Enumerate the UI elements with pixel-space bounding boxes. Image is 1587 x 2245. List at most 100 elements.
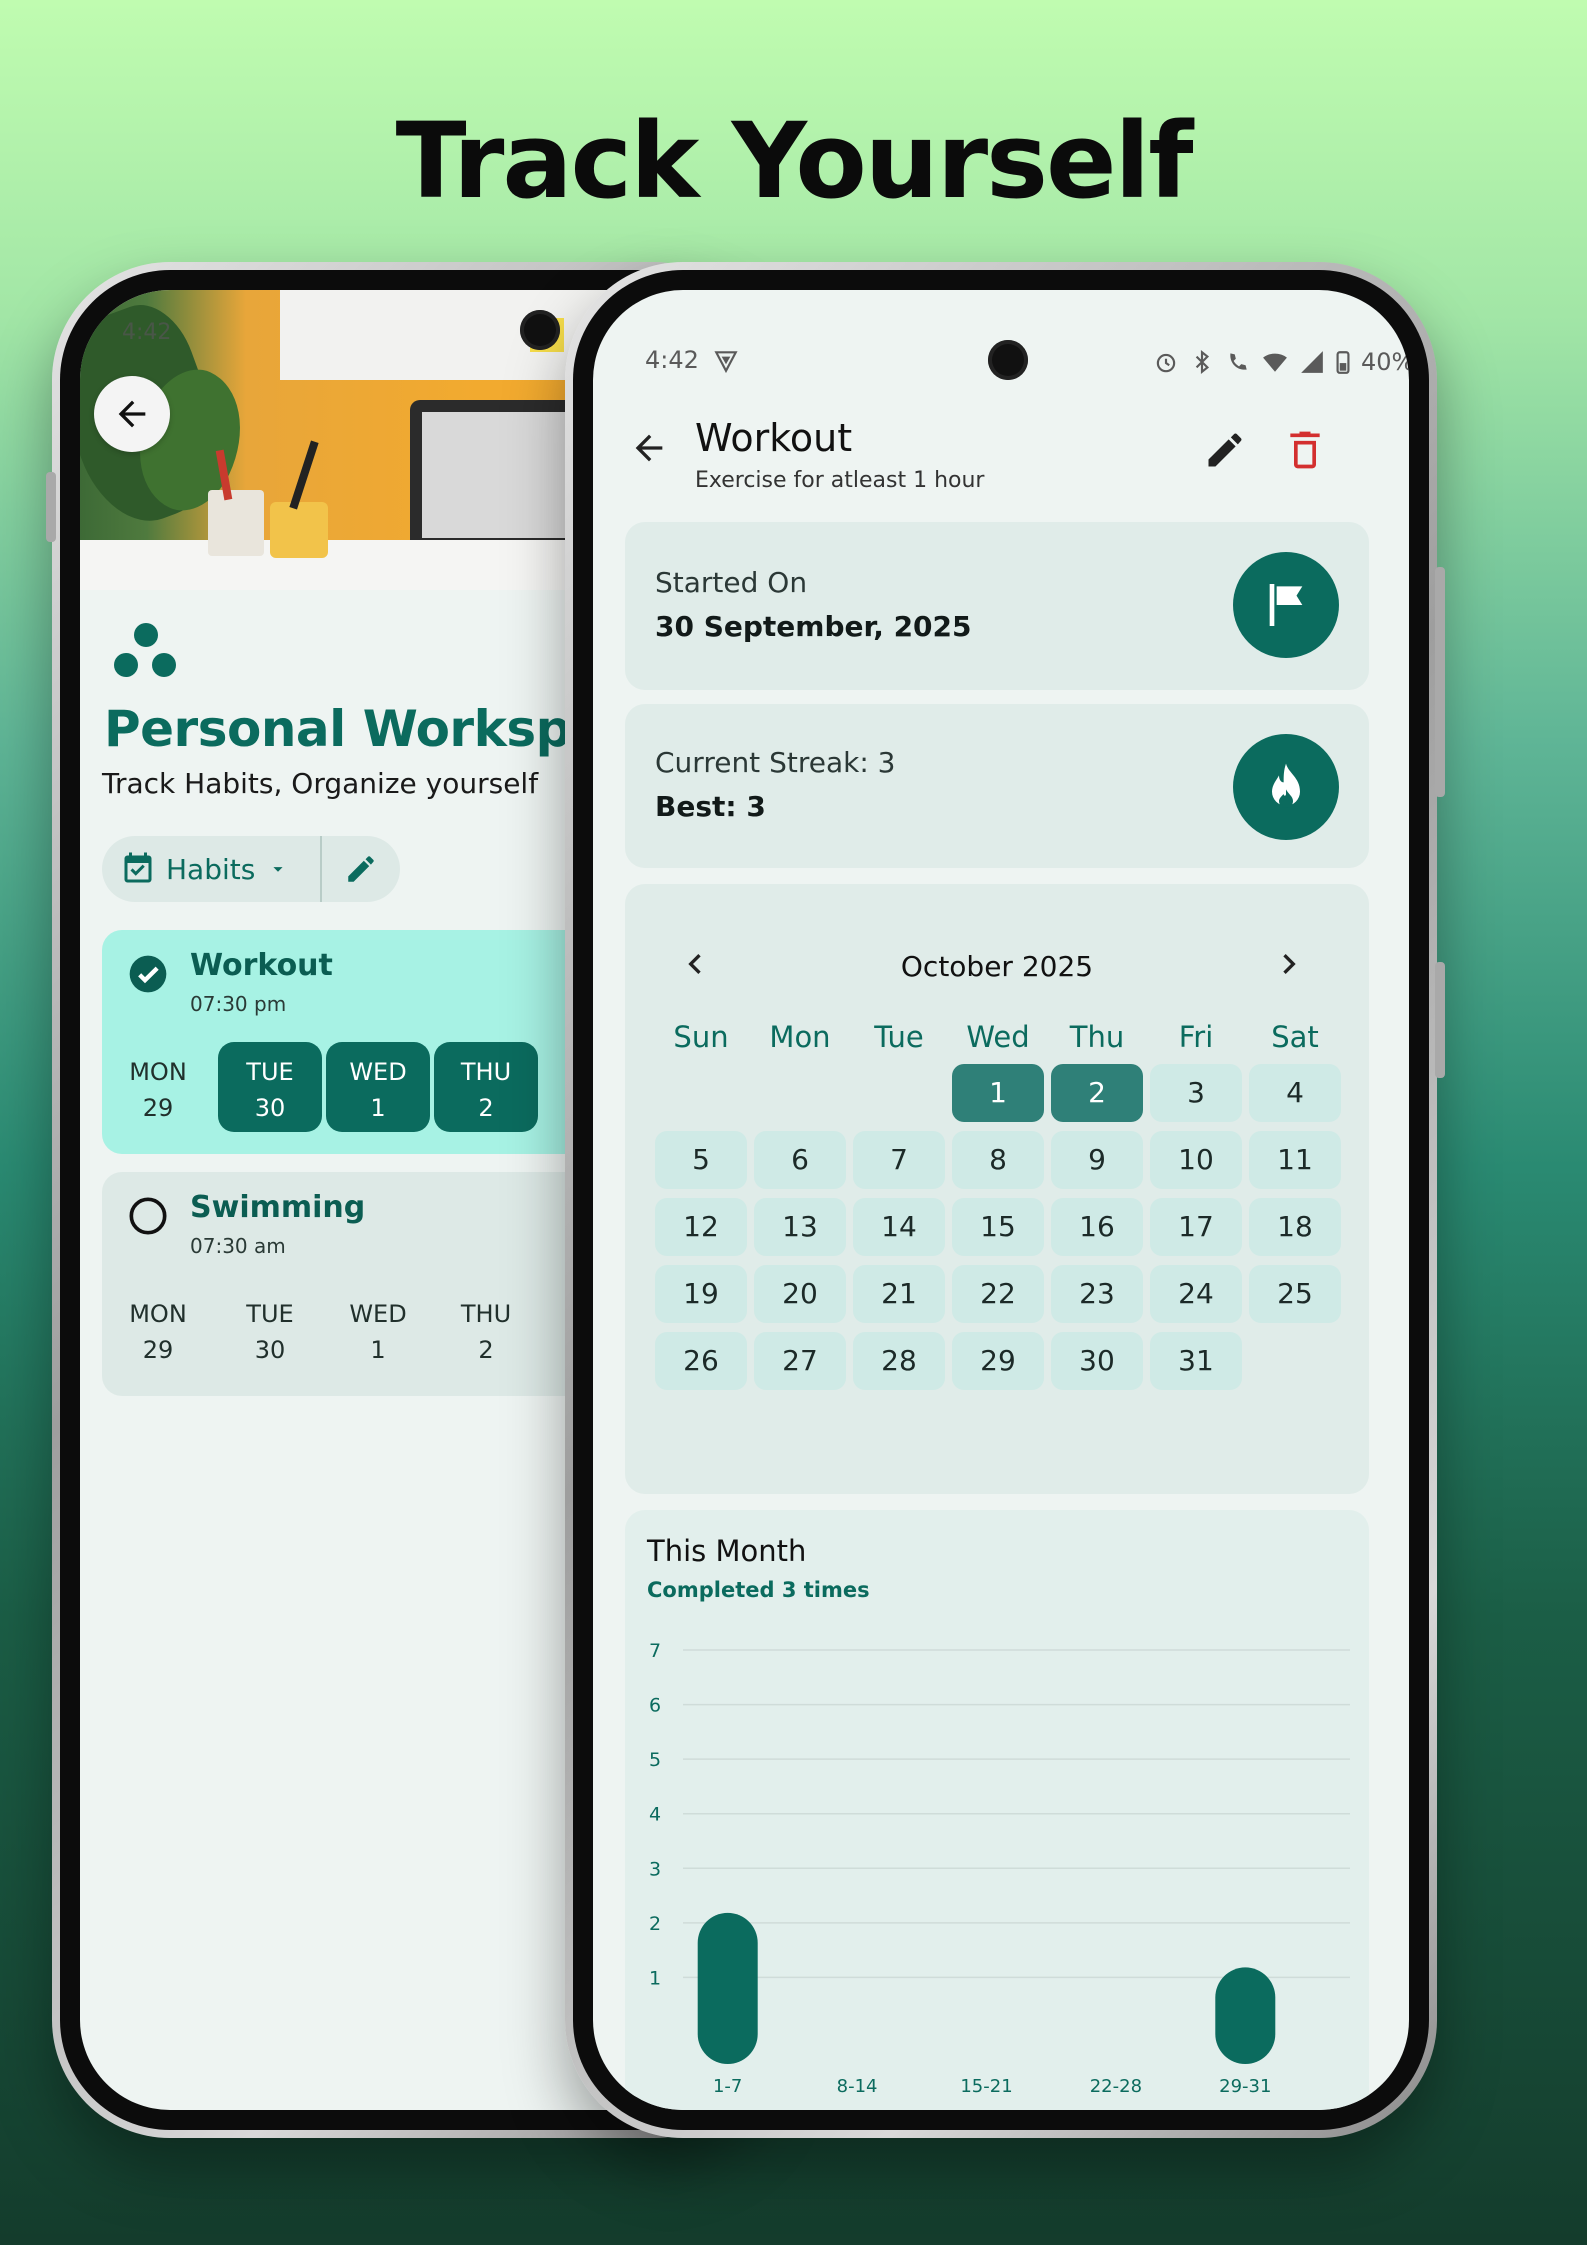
habit-day-wed[interactable]: WED 1 <box>326 1284 430 1374</box>
y-tick-label: 7 <box>649 1640 661 1662</box>
calendar-day-19[interactable]: 19 <box>655 1265 747 1323</box>
calendar-day-26[interactable]: 26 <box>655 1332 747 1390</box>
workspace-logo-icon <box>114 623 178 681</box>
habit-day-thu[interactable]: THU 2 <box>434 1042 538 1132</box>
y-tick-label: 5 <box>649 1749 661 1771</box>
calendar-day-11[interactable]: 11 <box>1249 1131 1341 1189</box>
calendar-day-22[interactable]: 22 <box>952 1265 1044 1323</box>
delete-button[interactable] <box>1283 428 1333 478</box>
habit-day-mon[interactable]: MON 29 <box>106 1284 210 1374</box>
battery-percent: 40% <box>1361 348 1409 376</box>
calendar-card: October 2025 Sun Mon Tue Wed Thu Fri Sat 1 2 3 4 5 6… <box>625 884 1369 1494</box>
habit-day-mon[interactable]: MON 29 <box>106 1042 210 1132</box>
chevron-right-icon <box>1283 954 1296 974</box>
calendar-day-15[interactable]: 15 <box>952 1198 1044 1256</box>
calendar-day-28[interactable]: 28 <box>853 1332 945 1390</box>
y-tick-label: 4 <box>649 1804 661 1826</box>
calendar-day-14[interactable]: 14 <box>853 1198 945 1256</box>
calendar-day-27[interactable]: 27 <box>754 1332 846 1390</box>
edit-workspace-button[interactable] <box>322 852 400 886</box>
power-button <box>1435 962 1445 1078</box>
headline: Track Yourself <box>395 100 1194 222</box>
y-tick-label: 6 <box>649 1695 661 1717</box>
calendar-day-9[interactable]: 9 <box>1051 1131 1143 1189</box>
workspace-subtitle: Track Habits, Organize yourself <box>102 767 539 800</box>
weekday-fri: Fri <box>1178 1020 1214 1054</box>
started-label: Started On <box>655 566 808 599</box>
weekday-thu: Thu <box>1069 1020 1125 1054</box>
y-tick-label: 2 <box>649 1913 661 1935</box>
pencil-icon <box>1208 433 1242 467</box>
dropdown-arrow-icon <box>273 867 283 872</box>
habit-time: 07:30 pm <box>190 992 287 1016</box>
camera-cutout <box>988 340 1028 380</box>
trash-icon <box>1290 431 1320 469</box>
habit-day-thu[interactable]: THU 2 <box>434 1284 538 1374</box>
calendar-day-8[interactable]: 8 <box>952 1131 1044 1189</box>
calendar-day-13[interactable]: 13 <box>754 1198 846 1256</box>
check-circle-icon[interactable] <box>128 954 168 998</box>
weekday-wed: Wed <box>966 1020 1030 1054</box>
workspace-title: Personal Workspa <box>104 700 605 758</box>
calendar-day-3[interactable]: 3 <box>1150 1064 1242 1122</box>
calendar-day-4[interactable]: 4 <box>1249 1064 1341 1122</box>
calendar-day-29[interactable]: 29 <box>952 1332 1044 1390</box>
call-wifi-icon <box>1230 353 1247 370</box>
monthly-chart-card: This Month Completed 3 times 1 2 3 4 5 6 7 1-7 8… <box>625 1510 1369 2110</box>
habit-title: Workout <box>695 416 853 460</box>
battery-icon <box>1336 351 1350 374</box>
status-icons: 40% <box>1153 348 1409 376</box>
habit-day-tue[interactable]: TUE 30 <box>218 1042 322 1132</box>
calendar-day-1[interactable]: 1 <box>952 1064 1044 1122</box>
streak-card: Current Streak: 3 Best: 3 <box>625 704 1369 868</box>
calendar-day-30[interactable]: 30 <box>1051 1332 1143 1390</box>
habit-day-tue[interactable]: TUE 30 <box>218 1284 322 1374</box>
chart-subtitle: Completed 3 times <box>647 1578 870 1602</box>
y-tick-label: 3 <box>649 1858 661 1880</box>
camera-cutout <box>520 310 560 350</box>
vpn-icon <box>714 351 738 374</box>
circle-outline-icon[interactable] <box>128 1196 168 1240</box>
bar-29-31 <box>1215 1967 1276 2064</box>
calendar-day-2[interactable]: 2 <box>1051 1064 1143 1122</box>
calendar-day-6[interactable]: 6 <box>754 1131 846 1189</box>
back-button[interactable] <box>621 420 677 476</box>
streak-label: Current Streak: 3 <box>655 746 896 779</box>
calendar-day-31[interactable]: 31 <box>1150 1332 1242 1390</box>
side-button <box>46 472 56 542</box>
edit-button[interactable] <box>1203 428 1253 478</box>
started-value: 30 September, 2025 <box>655 610 972 643</box>
y-tick-label: 1 <box>649 1967 661 1989</box>
x-tick-label: 1-7 <box>713 2076 742 2097</box>
signal-icon <box>1301 351 1323 373</box>
x-tick-label: 8-14 <box>837 2076 878 2097</box>
wifi-icon <box>1263 353 1287 372</box>
habits-dropdown[interactable]: Habits <box>102 836 322 902</box>
flag-badge <box>1233 552 1339 658</box>
calendar-day-10[interactable]: 10 <box>1150 1131 1242 1189</box>
calendar-day-7[interactable]: 7 <box>853 1131 945 1189</box>
calendar-day-17[interactable]: 17 <box>1150 1198 1242 1256</box>
calendar-day-5[interactable]: 5 <box>655 1131 747 1189</box>
pencil-icon <box>348 856 374 882</box>
status-time: 4:42 <box>122 320 172 345</box>
calendar-day-20[interactable]: 20 <box>754 1265 846 1323</box>
calendar-day-18[interactable]: 18 <box>1249 1198 1341 1256</box>
volume-button <box>1435 567 1445 797</box>
calendar-day-25[interactable]: 25 <box>1249 1265 1341 1323</box>
fire-icon <box>1272 763 1300 808</box>
next-month-button[interactable] <box>1269 944 1319 994</box>
calendar-day-16[interactable]: 16 <box>1051 1198 1143 1256</box>
calendar-day-12[interactable]: 12 <box>655 1198 747 1256</box>
weekday-tue: Tue <box>874 1020 924 1054</box>
calendar-day-23[interactable]: 23 <box>1051 1265 1143 1323</box>
calendar-day-24[interactable]: 24 <box>1150 1265 1242 1323</box>
phone-right: 4:42 40% Workout Exercise for atleast 1 … <box>565 262 1445 2138</box>
calendar-day-21[interactable]: 21 <box>853 1265 945 1323</box>
calendar-check-icon <box>124 852 152 883</box>
habit-day-wed[interactable]: WED 1 <box>326 1042 430 1132</box>
habits-chip-label: Habits <box>166 852 256 886</box>
back-button[interactable] <box>94 376 170 452</box>
weekday-sun: Sun <box>673 1020 729 1054</box>
alarm-icon <box>1156 353 1176 373</box>
